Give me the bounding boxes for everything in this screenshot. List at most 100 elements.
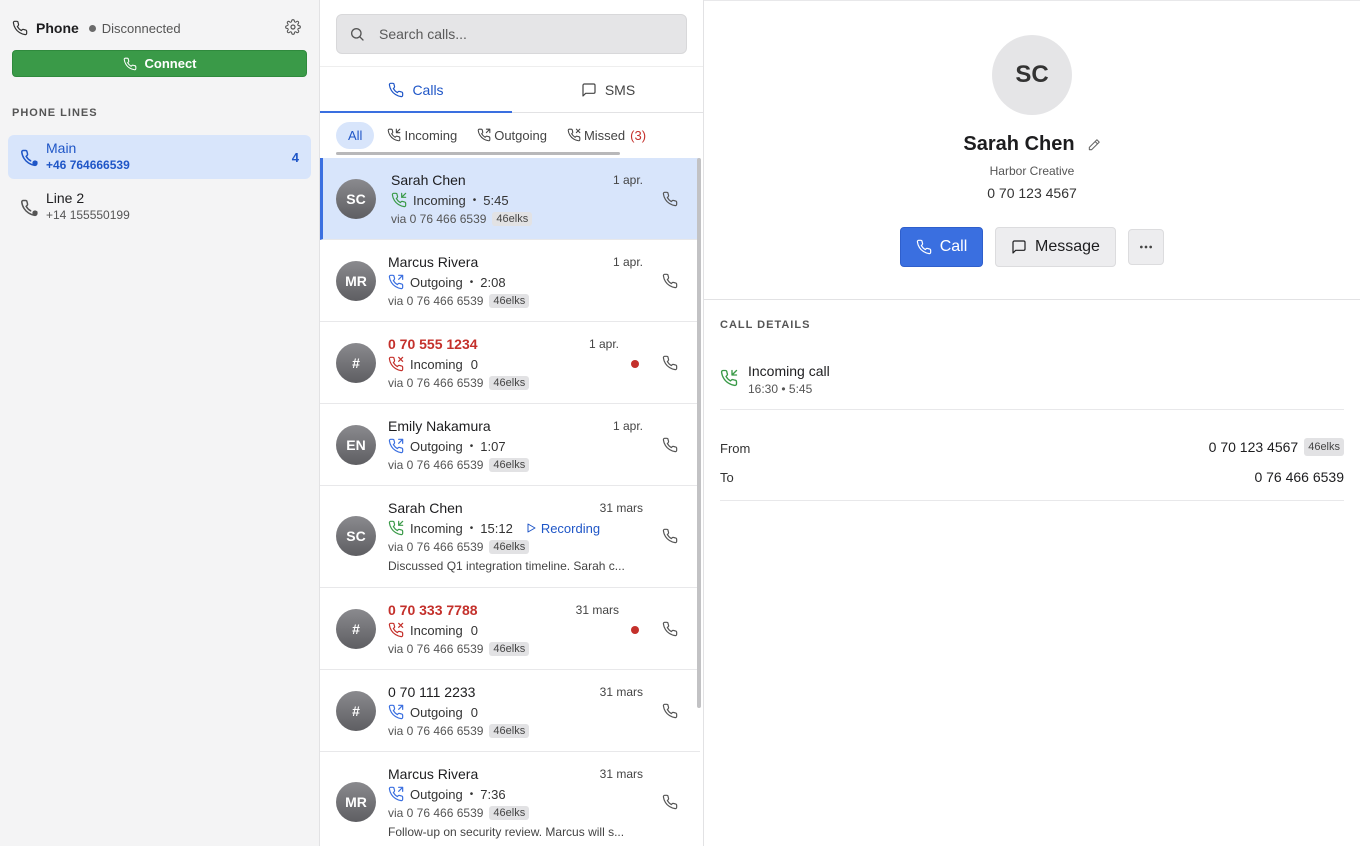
gear-icon[interactable] xyxy=(285,19,301,35)
recording-link[interactable]: Recording xyxy=(525,521,600,536)
call-via: via 0 76 466 6539 46elks xyxy=(388,458,530,472)
provider-badge: 46elks xyxy=(489,294,530,308)
call-duration: 15:12 xyxy=(480,520,513,536)
pencil-icon[interactable] xyxy=(1087,138,1101,152)
call-meta: Outgoing • 2:08 xyxy=(388,274,506,290)
filter-label: Missed xyxy=(583,127,626,143)
filter-label: All xyxy=(348,127,363,143)
filter-missed[interactable]: Missed (3) xyxy=(560,122,653,149)
contact-company: Harbor Creative xyxy=(989,164,1075,178)
via-number: via 0 76 466 6539 xyxy=(388,376,484,390)
chat-icon xyxy=(581,82,597,98)
outgoing-call-icon xyxy=(388,438,404,454)
caller-name: Sarah Chen xyxy=(388,500,463,516)
phone-icon xyxy=(123,57,137,71)
filter-incoming[interactable]: Incoming xyxy=(380,122,464,149)
avatar: MR xyxy=(336,261,376,301)
missed-call-icon xyxy=(388,356,404,372)
connect-button[interactable]: Connect xyxy=(12,50,307,77)
call-back-icon[interactable] xyxy=(662,355,678,371)
call-back-icon[interactable] xyxy=(662,437,678,453)
search-box[interactable] xyxy=(336,14,687,54)
call-duration: 7:36 xyxy=(480,786,506,802)
via-number: via 0 76 466 6539 xyxy=(388,724,484,738)
call-row[interactable]: # 0 70 333 7788 31 mars Incoming 0 via 0… xyxy=(320,588,700,670)
call-row[interactable]: EN Emily Nakamura 1 apr. Outgoing • 1:07… xyxy=(320,404,700,486)
call-button[interactable]: Call xyxy=(900,227,983,267)
separator-dot: • xyxy=(469,276,474,288)
call-date: 31 mars xyxy=(599,501,643,515)
call-back-icon[interactable] xyxy=(662,703,678,719)
call-via: via 0 76 466 6539 46elks xyxy=(388,540,530,554)
line-number: +14 155550199 xyxy=(46,208,130,222)
unread-dot xyxy=(631,626,639,634)
call-back-icon[interactable] xyxy=(662,794,678,810)
call-duration: 0 xyxy=(470,704,478,720)
connection-status: Disconnected xyxy=(101,20,181,36)
missed-call-icon xyxy=(567,128,581,142)
provider-badge: 46elks xyxy=(489,458,530,472)
provider-badge: 46elks xyxy=(1304,438,1344,456)
contact-avatar: SC xyxy=(992,35,1072,115)
message-button[interactable]: Message xyxy=(995,227,1116,267)
call-meta: Incoming • 15:12 Recording xyxy=(388,520,600,536)
avatar: EN xyxy=(336,425,376,465)
tab-label: SMS xyxy=(604,81,636,98)
filter-bar: All Incoming Outgoing Missed (3) xyxy=(320,113,703,157)
call-meta: Incoming • 5:45 xyxy=(391,192,509,208)
call-duration: 2:08 xyxy=(480,274,506,290)
contact-phone: 0 70 123 4567 xyxy=(987,185,1077,201)
call-date: 31 mars xyxy=(599,767,643,781)
call-date: 1 apr. xyxy=(612,255,643,269)
call-details-heading: CALL DETAILS xyxy=(720,319,811,331)
call-meta: Outgoing • 7:36 xyxy=(388,786,506,802)
call-direction: Incoming xyxy=(410,520,463,536)
avatar: # xyxy=(336,609,376,649)
call-duration: 5:45 xyxy=(483,192,509,208)
call-date: 1 apr. xyxy=(612,173,643,187)
more-options-button[interactable] xyxy=(1128,229,1164,265)
phone-line-main[interactable]: Main +46 764666539 4 xyxy=(8,135,311,179)
call-back-icon[interactable] xyxy=(662,528,678,544)
filter-scrollbar[interactable] xyxy=(336,152,620,155)
call-duration: 1:07 xyxy=(480,438,506,454)
call-row[interactable]: # 0 70 111 2233 31 mars Outgoing 0 via 0… xyxy=(320,670,700,752)
call-back-icon[interactable] xyxy=(662,273,678,289)
tab-label: Calls xyxy=(412,81,444,98)
status-dot xyxy=(88,24,96,32)
call-meta: Incoming 0 xyxy=(388,356,478,372)
call-via: via 0 76 466 6539 46elks xyxy=(388,376,530,390)
unread-dot xyxy=(631,360,639,368)
filter-outgoing[interactable]: Outgoing xyxy=(470,122,554,149)
call-row[interactable]: # 0 70 555 1234 1 apr. Incoming 0 via 0 … xyxy=(320,322,700,404)
call-list-scrollbar[interactable] xyxy=(697,158,701,708)
line-name: Line 2 xyxy=(46,190,85,206)
provider-badge: 46elks xyxy=(489,642,530,656)
call-row[interactable]: MR Marcus Rivera 1 apr. Outgoing • 2:08 … xyxy=(320,240,700,322)
call-back-icon[interactable] xyxy=(662,621,678,637)
phone-line-2[interactable]: Line 2 +14 155550199 xyxy=(8,185,311,229)
tab-calls[interactable]: Calls xyxy=(320,67,512,113)
call-row[interactable]: MR Marcus Rivera 31 mars Outgoing • 7:36… xyxy=(320,752,700,846)
call-back-icon[interactable] xyxy=(662,191,678,207)
via-number: via 0 76 466 6539 xyxy=(388,458,484,472)
sidebar: Phone Disconnected Connect PHONE LINES M… xyxy=(0,0,320,846)
phone-line-icon xyxy=(20,148,40,168)
caller-name: 0 70 333 7788 xyxy=(388,602,478,618)
tab-sms[interactable]: SMS xyxy=(512,67,703,112)
via-number: via 0 76 466 6539 xyxy=(388,294,484,308)
outgoing-call-icon xyxy=(388,786,404,802)
call-via: via 0 76 466 6539 46elks xyxy=(391,212,533,226)
search-input[interactable] xyxy=(379,26,679,42)
call-row[interactable]: SC Sarah Chen 1 apr. Incoming • 5:45 via… xyxy=(320,158,700,240)
from-label: From xyxy=(720,441,751,456)
incoming-call-icon xyxy=(387,128,401,142)
separator-dot: • xyxy=(469,522,474,534)
provider-badge: 46elks xyxy=(489,540,530,554)
missed-call-icon xyxy=(388,622,404,638)
filter-all[interactable]: All xyxy=(336,121,375,149)
to-label: To xyxy=(720,470,734,485)
call-row[interactable]: SC Sarah Chen 31 mars Incoming • 15:12 R… xyxy=(320,486,700,588)
call-direction: Outgoing xyxy=(410,438,463,454)
phone-icon xyxy=(12,20,28,36)
